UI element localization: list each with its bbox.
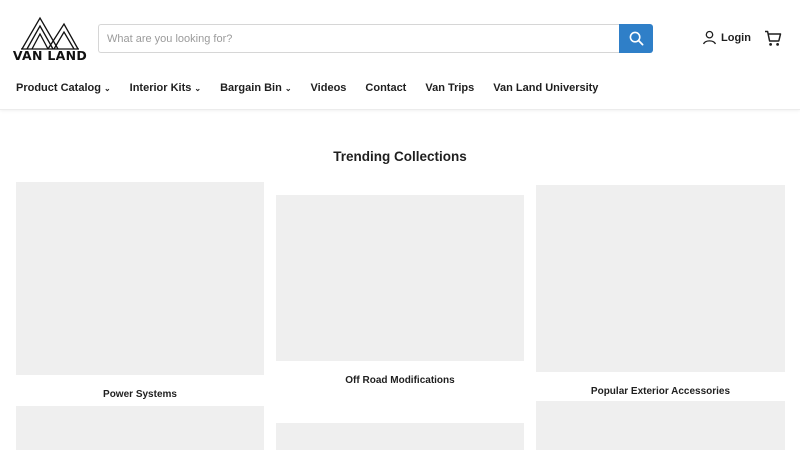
site-header: VAN LAND Login Product Catalog ⌄	[0, 0, 800, 110]
search-icon	[629, 31, 643, 46]
chevron-down-icon: ⌄	[194, 84, 202, 93]
nav-item-label: Van Trips	[425, 82, 475, 94]
collection-card-popular-exterior-accessories[interactable]: Popular Exterior Accessories	[536, 185, 785, 397]
nav-item-videos[interactable]: Videos	[311, 82, 347, 94]
collection-card-power-systems[interactable]: Power Systems	[16, 182, 264, 400]
nav-item-interior-kits[interactable]: Interior Kits ⌄	[130, 82, 201, 94]
login-label: Login	[721, 31, 751, 44]
user-icon	[703, 30, 716, 45]
nav-item-label: Videos	[310, 82, 347, 94]
search-bar	[98, 24, 653, 53]
nav-item-label: Contact	[365, 82, 407, 94]
search-button[interactable]	[619, 24, 653, 53]
collection-image[interactable]	[276, 195, 524, 361]
nav-item-label: Interior Kits	[129, 82, 192, 94]
nav-item-van-trips[interactable]: Van Trips	[425, 82, 474, 94]
main-navigation: Product Catalog ⌄ Interior Kits ⌄ Bargai…	[16, 82, 598, 94]
cart-button[interactable]	[764, 30, 782, 52]
mountains-logo-icon	[21, 16, 79, 50]
collection-image[interactable]	[536, 185, 785, 372]
collection-label[interactable]: Power Systems	[16, 389, 264, 400]
trending-collections-title: Trending Collections	[333, 149, 467, 164]
nav-item-van-land-university[interactable]: Van Land University	[493, 82, 598, 94]
nav-item-bargain-bin[interactable]: Bargain Bin ⌄	[220, 82, 291, 94]
search-input[interactable]	[98, 24, 619, 53]
nav-item-label: Product Catalog	[16, 82, 101, 94]
collection-label[interactable]: Off Road Modifications	[276, 375, 524, 386]
nav-item-product-catalog[interactable]: Product Catalog ⌄	[16, 82, 111, 94]
cart-icon	[765, 30, 782, 46]
collection-image[interactable]	[16, 182, 264, 375]
collection-card-placeholder[interactable]	[536, 401, 785, 450]
nav-item-contact[interactable]: Contact	[365, 82, 406, 94]
collection-card-off-road-modifications[interactable]: Off Road Modifications	[276, 195, 524, 386]
brand-logo[interactable]: VAN LAND	[13, 14, 87, 66]
nav-item-label: Bargain Bin	[220, 82, 282, 94]
chevron-down-icon: ⌄	[284, 84, 292, 93]
collection-card-placeholder[interactable]	[16, 406, 264, 450]
collection-label[interactable]: Popular Exterior Accessories	[536, 386, 785, 397]
login-link[interactable]: Login	[702, 30, 751, 45]
nav-item-label: Van Land University	[493, 82, 599, 94]
brand-name: VAN LAND	[12, 48, 88, 63]
collection-card-placeholder[interactable]	[276, 423, 524, 450]
chevron-down-icon: ⌄	[103, 84, 111, 93]
